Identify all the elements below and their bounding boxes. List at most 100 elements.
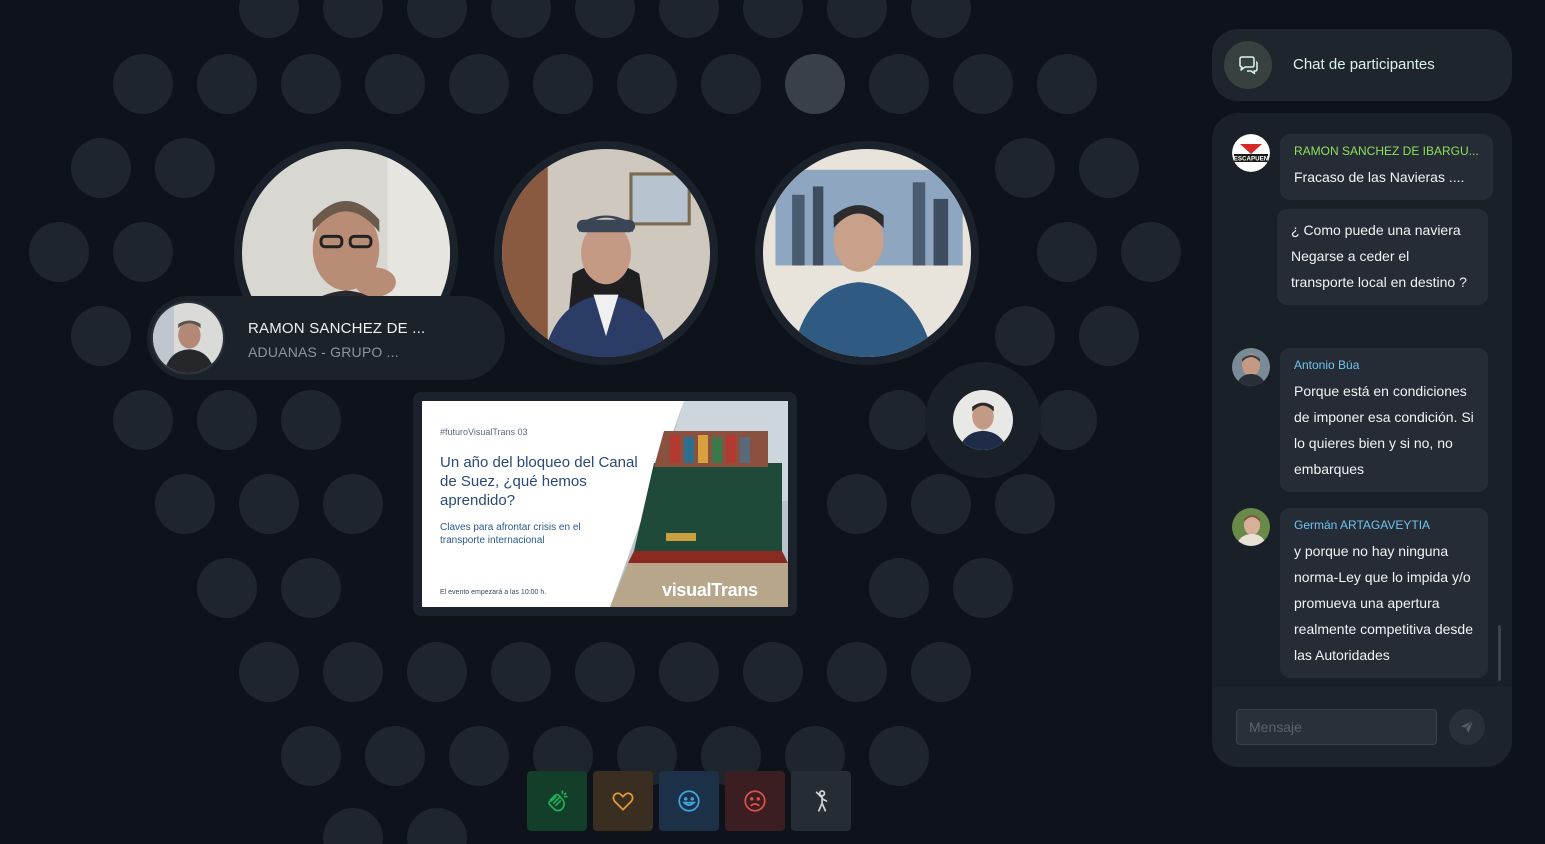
empty-seat <box>281 390 341 450</box>
empty-seat <box>701 54 761 114</box>
empty-seat <box>407 808 467 844</box>
empty-seat <box>827 474 887 534</box>
empty-seat <box>281 54 341 114</box>
empty-seat <box>365 726 425 786</box>
empty-seat <box>323 808 383 844</box>
heart-reaction-button[interactable] <box>593 771 653 831</box>
empty-seat <box>197 558 257 618</box>
participant-video-image <box>763 149 971 357</box>
empty-seat <box>491 0 551 38</box>
empty-seat <box>281 558 341 618</box>
empty-seat <box>113 390 173 450</box>
chat-message: Germán ARTAGAVEYTIA y porque no hay ning… <box>1280 508 1488 678</box>
empty-seat <box>743 642 803 702</box>
send-button[interactable] <box>1449 709 1485 745</box>
empty-seat <box>239 474 299 534</box>
empty-seat <box>407 642 467 702</box>
empty-seat <box>281 726 341 786</box>
message-author: RAMON SANCHEZ DE IBARGU... <box>1294 144 1479 158</box>
empty-seat <box>449 726 509 786</box>
empty-seat <box>575 642 635 702</box>
empty-seat <box>869 54 929 114</box>
empty-seat <box>659 0 719 38</box>
empty-seat <box>995 138 1055 198</box>
empty-seat <box>1037 54 1097 114</box>
speaker-name: RAMON SANCHEZ DE ... <box>248 320 426 337</box>
empty-seat <box>869 726 929 786</box>
presentation-slide: #futuroVisualTrans 03 Un año del bloqueo… <box>422 401 788 607</box>
empty-seat <box>491 642 551 702</box>
sad-reaction-button[interactable] <box>725 771 785 831</box>
empty-seat <box>785 54 845 114</box>
participant-seat[interactable] <box>925 362 1041 478</box>
chat-title: Chat de participantes <box>1293 56 1435 73</box>
chat-message-list[interactable]: ESCAPUEN RAMON SANCHEZ DE IBARGU... Frac… <box>1212 113 1512 687</box>
chat-message: Antonio Búa Porque está en condiciones d… <box>1280 348 1488 492</box>
chat-message: RAMON SANCHEZ DE IBARGU... Fracaso de la… <box>1280 134 1493 200</box>
message-avatar <box>1232 508 1270 546</box>
active-speaker-card[interactable]: RAMON SANCHEZ DE ... ADUANAS - GRUPO ... <box>147 296 505 380</box>
raise-hand-button[interactable] <box>791 771 851 831</box>
message-text: Fracaso de las Navieras .... <box>1294 169 1465 185</box>
empty-seat <box>323 642 383 702</box>
empty-seat <box>911 0 971 38</box>
empty-seat <box>869 390 929 450</box>
chat-bubbles-icon <box>1224 41 1272 89</box>
chat-message: ¿ Como puede una naviera Negarse a ceder… <box>1277 209 1488 305</box>
empty-seat <box>113 54 173 114</box>
empty-seat <box>155 138 215 198</box>
visualtrans-logo: visualTrans <box>662 580 758 600</box>
empty-seat <box>1037 222 1097 282</box>
sad-icon <box>744 790 766 812</box>
empty-seat <box>113 222 173 282</box>
send-icon <box>1461 720 1474 733</box>
message-author: Germán ARTAGAVEYTIA <box>1294 518 1431 532</box>
speaker-avatar <box>151 301 225 375</box>
empty-seat <box>71 138 131 198</box>
chat-scrollbar[interactable] <box>1498 625 1501 681</box>
message-text: ¿ Como puede una naviera Negarse a ceder… <box>1291 222 1467 290</box>
chat-panel: ESCAPUEN RAMON SANCHEZ DE IBARGU... Frac… <box>1212 113 1512 767</box>
smile-reaction-button[interactable] <box>659 771 719 831</box>
empty-seat <box>911 642 971 702</box>
empty-seat <box>197 54 257 114</box>
empty-seat <box>659 642 719 702</box>
message-input[interactable] <box>1236 709 1437 745</box>
clap-icon <box>548 790 568 812</box>
empty-seat <box>869 558 929 618</box>
empty-seat <box>365 54 425 114</box>
empty-seat <box>617 54 677 114</box>
empty-seat <box>995 474 1055 534</box>
empty-seat <box>323 0 383 38</box>
clap-reaction-button[interactable] <box>527 771 587 831</box>
empty-seat <box>953 54 1013 114</box>
shared-presentation[interactable]: #futuroVisualTrans 03 Un año del bloqueo… <box>413 392 797 616</box>
participant-video-image <box>502 149 710 357</box>
participant-avatar <box>953 390 1013 450</box>
raise-hand-icon <box>815 790 828 812</box>
slide-note: El evento empezará a las 10:00 h. <box>440 589 547 596</box>
slide-title: Un año del bloqueo del Canal de Suez, ¿q… <box>440 454 638 509</box>
empty-seat <box>1079 306 1139 366</box>
slide-hashtag: #futuroVisualTrans 03 <box>440 427 528 437</box>
message-avatar: ESCAPUEN <box>1232 134 1270 172</box>
empty-seat <box>1079 138 1139 198</box>
message-text: y porque no hay ninguna norma-Ley que lo… <box>1294 543 1473 663</box>
chat-header[interactable]: Chat de participantes <box>1212 29 1512 101</box>
chat-composer <box>1212 687 1512 767</box>
empty-seat <box>911 474 971 534</box>
empty-seat <box>155 474 215 534</box>
empty-seat <box>1121 222 1181 282</box>
participant-video-2[interactable] <box>494 141 718 365</box>
empty-seat <box>575 0 635 38</box>
empty-seat <box>953 558 1013 618</box>
empty-seat <box>239 0 299 38</box>
empty-seat <box>29 222 89 282</box>
empty-seat <box>323 474 383 534</box>
empty-seat <box>995 306 1055 366</box>
smile-icon <box>678 790 700 812</box>
empty-seat <box>407 0 467 38</box>
slide-subtitle: Claves para afrontar crisis en el transp… <box>440 522 581 546</box>
participant-video-3[interactable] <box>755 141 979 365</box>
empty-seat <box>239 642 299 702</box>
